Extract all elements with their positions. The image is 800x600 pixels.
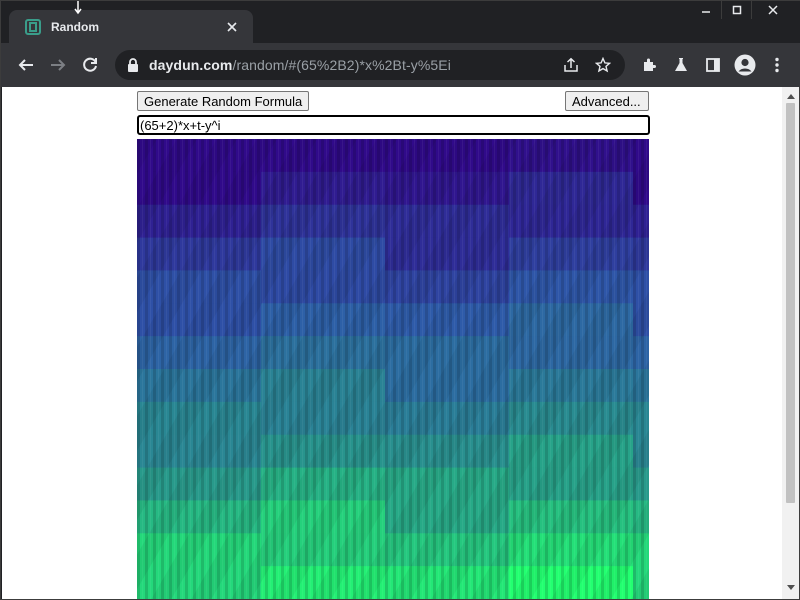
advanced-button[interactable]: Advanced...: [565, 91, 649, 111]
forward-arrow-icon[interactable]: [43, 50, 73, 80]
tab-title: Random: [51, 19, 99, 34]
menu-kebab-icon[interactable]: [761, 50, 793, 80]
url-host: daydun.com: [149, 57, 233, 73]
window-controls: [691, 1, 793, 19]
back-arrow-icon[interactable]: [11, 50, 41, 80]
vertical-scrollbar[interactable]: [782, 87, 799, 599]
address-bar[interactable]: daydun.com/random/#(65%2B2)*x%2Bt-y%5Ei: [115, 50, 625, 80]
url-text: daydun.com/random/#(65%2B2)*x%2Bt-y%5Ei: [149, 57, 551, 73]
profile-avatar-icon[interactable]: [729, 50, 761, 80]
tab-strip: Random: [1, 1, 800, 43]
restore-icon[interactable]: [721, 1, 751, 19]
minimize-icon[interactable]: [691, 1, 721, 19]
toolbar-actions: [633, 50, 793, 80]
reload-icon[interactable]: [75, 50, 105, 80]
mouse-cursor-icon: [73, 1, 83, 15]
formula-input[interactable]: (65+2)*x+t-y^i: [137, 115, 650, 135]
close-icon[interactable]: [751, 1, 793, 19]
formula-render-canvas[interactable]: [137, 139, 649, 599]
tab-close-icon[interactable]: [223, 18, 241, 36]
tab-random[interactable]: Random: [9, 10, 253, 43]
render-image: [137, 139, 649, 599]
page-viewport: Generate Random Formula Advanced... (65+…: [2, 87, 799, 599]
daydun-favicon-icon: [25, 18, 41, 35]
scroll-thumb[interactable]: [786, 103, 795, 503]
side-panel-icon[interactable]: [697, 50, 729, 80]
star-icon[interactable]: [591, 53, 615, 77]
labs-flask-icon[interactable]: [665, 50, 697, 80]
browser-window: Random daydun.com/random/#(65%2B2)*x%2Bt…: [0, 0, 800, 600]
url-path: /random/#(65%2B2)*x%2Bt-y%5Ei: [232, 57, 451, 73]
browser-toolbar: daydun.com/random/#(65%2B2)*x%2Bt-y%5Ei: [1, 43, 800, 87]
generate-random-formula-button[interactable]: Generate Random Formula: [137, 91, 309, 111]
share-icon[interactable]: [559, 53, 583, 77]
scroll-down-icon[interactable]: [782, 581, 799, 595]
extensions-icon[interactable]: [633, 50, 665, 80]
scroll-up-icon[interactable]: [782, 89, 799, 103]
lock-icon[interactable]: [125, 57, 141, 73]
